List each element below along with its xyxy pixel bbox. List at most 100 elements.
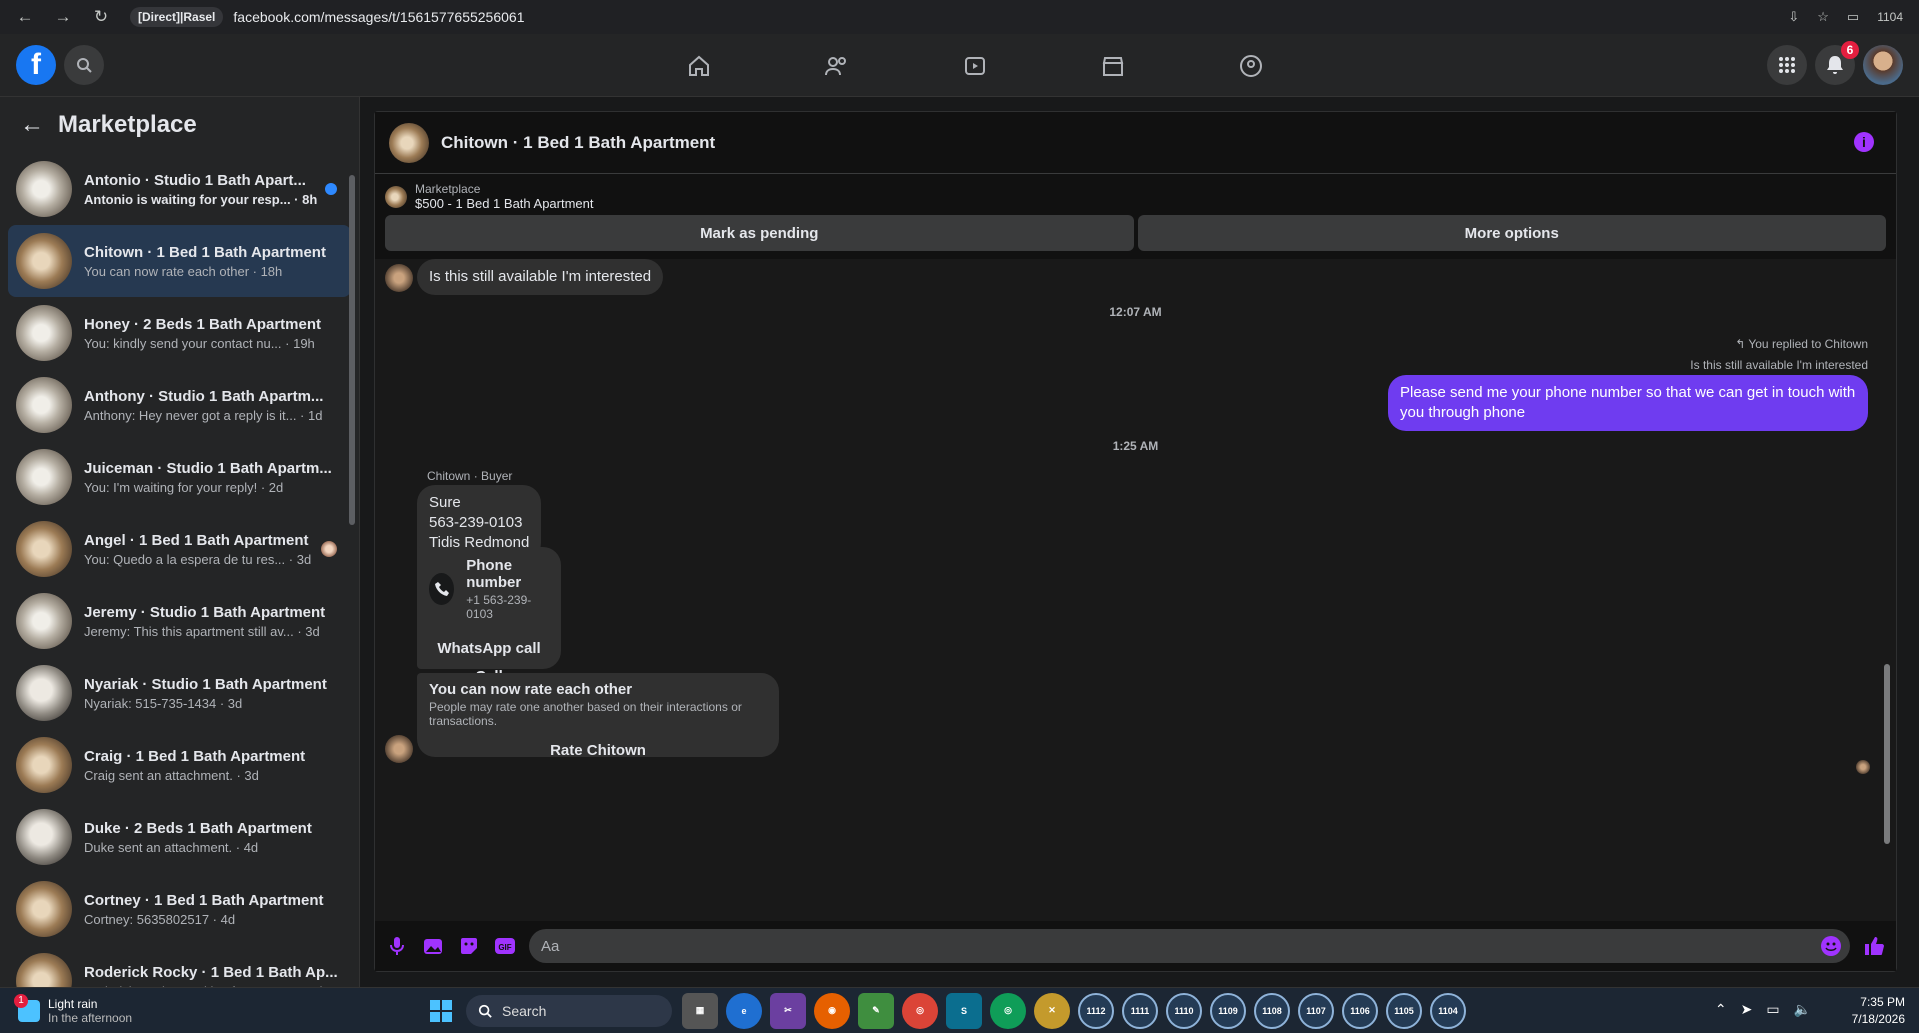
taskbar-app-icon[interactable]: 1106 xyxy=(1342,992,1378,1029)
volume-icon[interactable]: 🔈 xyxy=(1794,1001,1811,1018)
gif-icon[interactable]: GIF xyxy=(493,934,517,958)
back-icon[interactable]: ← xyxy=(8,3,42,31)
taskbar-app-icon[interactable]: 1104 xyxy=(1430,992,1466,1029)
more-options-button[interactable]: More options xyxy=(1137,215,1886,251)
conversation-name: Cortney · 1 Bed 1 Bath Apartment xyxy=(84,891,324,909)
friends-icon[interactable] xyxy=(768,34,906,97)
tab-count[interactable]: 1104 xyxy=(1877,10,1903,24)
like-icon[interactable] xyxy=(1862,934,1886,958)
conversation-preview: You: Quedo a la espera de tu res... · 3d xyxy=(84,551,312,567)
clock[interactable]: 7:35 PM 7/18/2026 xyxy=(1852,994,1905,1028)
home-icon[interactable] xyxy=(630,34,768,97)
chat-avatar[interactable] xyxy=(389,122,429,163)
network-icon[interactable]: ▭ xyxy=(1766,1001,1779,1018)
chevron-up-icon[interactable]: ⌃ xyxy=(1715,1001,1727,1018)
conversation-name: Honey · 2 Beds 1 Bath Apartment xyxy=(84,315,321,333)
install-icon[interactable]: ⇩ xyxy=(1788,9,1799,25)
svg-text:GIF: GIF xyxy=(498,943,511,952)
sticker-icon[interactable] xyxy=(457,934,481,958)
conversation-item[interactable]: Cortney · 1 Bed 1 Bath Apartment Cortney:… xyxy=(8,873,351,945)
chat-title[interactable]: Chitown · 1 Bed 1 Bath Apartment xyxy=(441,133,715,153)
conversation-name: Nyariak · Studio 1 Bath Apartment xyxy=(84,675,327,693)
conversation-item[interactable]: Chitown · 1 Bed 1 Bath Apartment You can … xyxy=(8,225,351,297)
conversation-preview: You can now rate each other · 18h xyxy=(84,263,283,279)
profile-avatar[interactable] xyxy=(1863,45,1903,85)
taskbar-search-label: Search xyxy=(502,1002,547,1019)
conversation-preview: Antonio is waiting for your resp... · 8h xyxy=(84,191,318,207)
emoji-icon[interactable] xyxy=(1820,935,1842,961)
windows-taskbar: 1 Light rain In the afternoon Search ▦ e… xyxy=(0,987,1919,1033)
notifications-bell-icon[interactable]: 6 xyxy=(1815,41,1859,85)
url-text[interactable]: facebook.com/messages/t/1561577655256061 xyxy=(233,9,524,25)
bookmark-star-icon[interactable]: ☆ xyxy=(1817,9,1829,25)
message-input[interactable]: Aa xyxy=(529,929,1850,963)
profile-chip[interactable]: [Direct]|Rasel xyxy=(130,7,224,27)
listing-title: $500 - 1 Bed 1 Bath Apartment xyxy=(415,196,594,211)
chrome-profile-icon[interactable]: ◎ xyxy=(990,992,1026,1029)
taskbar-app-icon[interactable]: 1105 xyxy=(1386,992,1422,1029)
taskbar-search[interactable]: Search xyxy=(466,994,672,1027)
menu-grid-icon[interactable] xyxy=(1767,45,1807,85)
conversation-item[interactable]: Antonio · Studio 1 Bath Apart... Antonio … xyxy=(8,153,351,225)
send-icon[interactable]: ➤ xyxy=(1741,1001,1753,1018)
conversation-sidebar: ← Marketplace Antonio · Studio 1 Bath Ap… xyxy=(0,97,360,1009)
info-icon[interactable]: i xyxy=(1854,132,1874,152)
firefox-icon[interactable]: ◉ xyxy=(814,992,850,1029)
reload-icon[interactable]: ↻ xyxy=(84,3,118,31)
notifications-badge: 6 xyxy=(1841,41,1859,59)
conversation-item[interactable]: Angel · 1 Bed 1 Bath Apartment You: Quedo… xyxy=(8,513,351,585)
mark-pending-button[interactable]: Mark as pending xyxy=(385,215,1134,251)
video-icon[interactable] xyxy=(906,34,1044,97)
weather-icon: 1 xyxy=(14,993,40,1022)
taskbar-app-icon[interactable]: 1110 xyxy=(1166,992,1202,1029)
conversation-item[interactable]: Juiceman · Studio 1 Bath Apartm... You: I… xyxy=(8,441,351,513)
conversation-thumbnail xyxy=(16,737,72,793)
taskbar-app-icon[interactable]: 1111 xyxy=(1122,992,1158,1029)
conversation-item[interactable]: Duke · 2 Beds 1 Bath Apartment Duke sent … xyxy=(8,801,351,873)
conversation-name: Anthony · Studio 1 Bath Apartm... xyxy=(84,387,324,405)
edge-icon[interactable]: e xyxy=(726,992,762,1029)
conversation-name: Angel · 1 Bed 1 Bath Apartment xyxy=(84,531,309,549)
message-bubble: Is this still available I'm interested xyxy=(417,259,664,295)
microphone-icon[interactable] xyxy=(385,934,409,958)
app-x-icon[interactable]: ✕ xyxy=(1034,992,1070,1029)
conversation-thumbnail xyxy=(16,665,72,721)
seen-avatar xyxy=(1856,760,1870,774)
file-explorer-icon[interactable]: ▦ xyxy=(682,992,718,1029)
whatsapp-call-button[interactable]: WhatsApp call xyxy=(417,631,561,666)
groups-icon[interactable] xyxy=(1182,34,1320,97)
marketplace-label: Marketplace xyxy=(415,182,481,196)
taskbar-app-icon[interactable]: 1109 xyxy=(1210,992,1246,1029)
taskbar-app-icon[interactable]: 1112 xyxy=(1078,992,1114,1029)
conversation-item[interactable]: Nyariak · Studio 1 Bath Apartment Nyariak… xyxy=(8,657,351,729)
conversation-thumbnail xyxy=(16,881,72,937)
conversation-item[interactable]: Anthony · Studio 1 Bath Apartm... Anthony… xyxy=(8,369,351,441)
app-s-icon[interactable]: S xyxy=(946,992,982,1029)
address-bar[interactable]: [Direct]|Rasel facebook.com/messages/t/1… xyxy=(122,3,1784,31)
forward-icon[interactable]: → xyxy=(46,3,80,31)
conversation-name: Craig · 1 Bed 1 Bath Apartment xyxy=(84,747,306,765)
taskbar-app-icon[interactable]: 1108 xyxy=(1254,992,1290,1029)
notepad-icon[interactable]: ✎ xyxy=(858,992,894,1029)
conversation-item[interactable]: Honey · 2 Beds 1 Bath Apartment You: kind… xyxy=(8,297,351,369)
start-windows-icon[interactable] xyxy=(430,999,452,1022)
thread-scrollbar[interactable] xyxy=(1882,259,1892,892)
conversation-item[interactable]: Jeremy · Studio 1 Bath Apartment Jeremy: … xyxy=(8,585,351,657)
chat-panel: Chitown · 1 Bed 1 Bath Apartment i Marke… xyxy=(374,111,1897,972)
clock-time: 7:35 PM xyxy=(1860,995,1905,1009)
snipping-tool-icon[interactable]: ✂ xyxy=(770,992,806,1029)
photo-icon[interactable] xyxy=(421,934,445,958)
listing-banner[interactable]: Marketplace $500 - 1 Bed 1 Bath Apartmen… xyxy=(375,174,1896,215)
facebook-logo-icon[interactable]: f xyxy=(16,45,56,85)
conversation-preview: Jeremy: This this apartment still av... … xyxy=(84,623,320,639)
back-arrow-icon[interactable]: ← xyxy=(20,111,44,139)
marketplace-icon[interactable] xyxy=(1044,34,1182,97)
search-icon[interactable] xyxy=(64,45,104,85)
sidebar-scrollbar[interactable] xyxy=(345,153,359,987)
chrome-icon[interactable]: ◎ xyxy=(902,992,938,1029)
conversation-item[interactable]: Craig · 1 Bed 1 Bath Apartment Craig sent… xyxy=(8,729,351,801)
taskbar-app-icon[interactable]: 1107 xyxy=(1298,992,1334,1029)
rate-chitown-button[interactable]: Rate Chitown xyxy=(429,728,767,768)
weather-widget[interactable]: 1 Light rain In the afternoon xyxy=(0,993,430,1025)
tab-search-icon[interactable]: ▭ xyxy=(1847,9,1859,25)
